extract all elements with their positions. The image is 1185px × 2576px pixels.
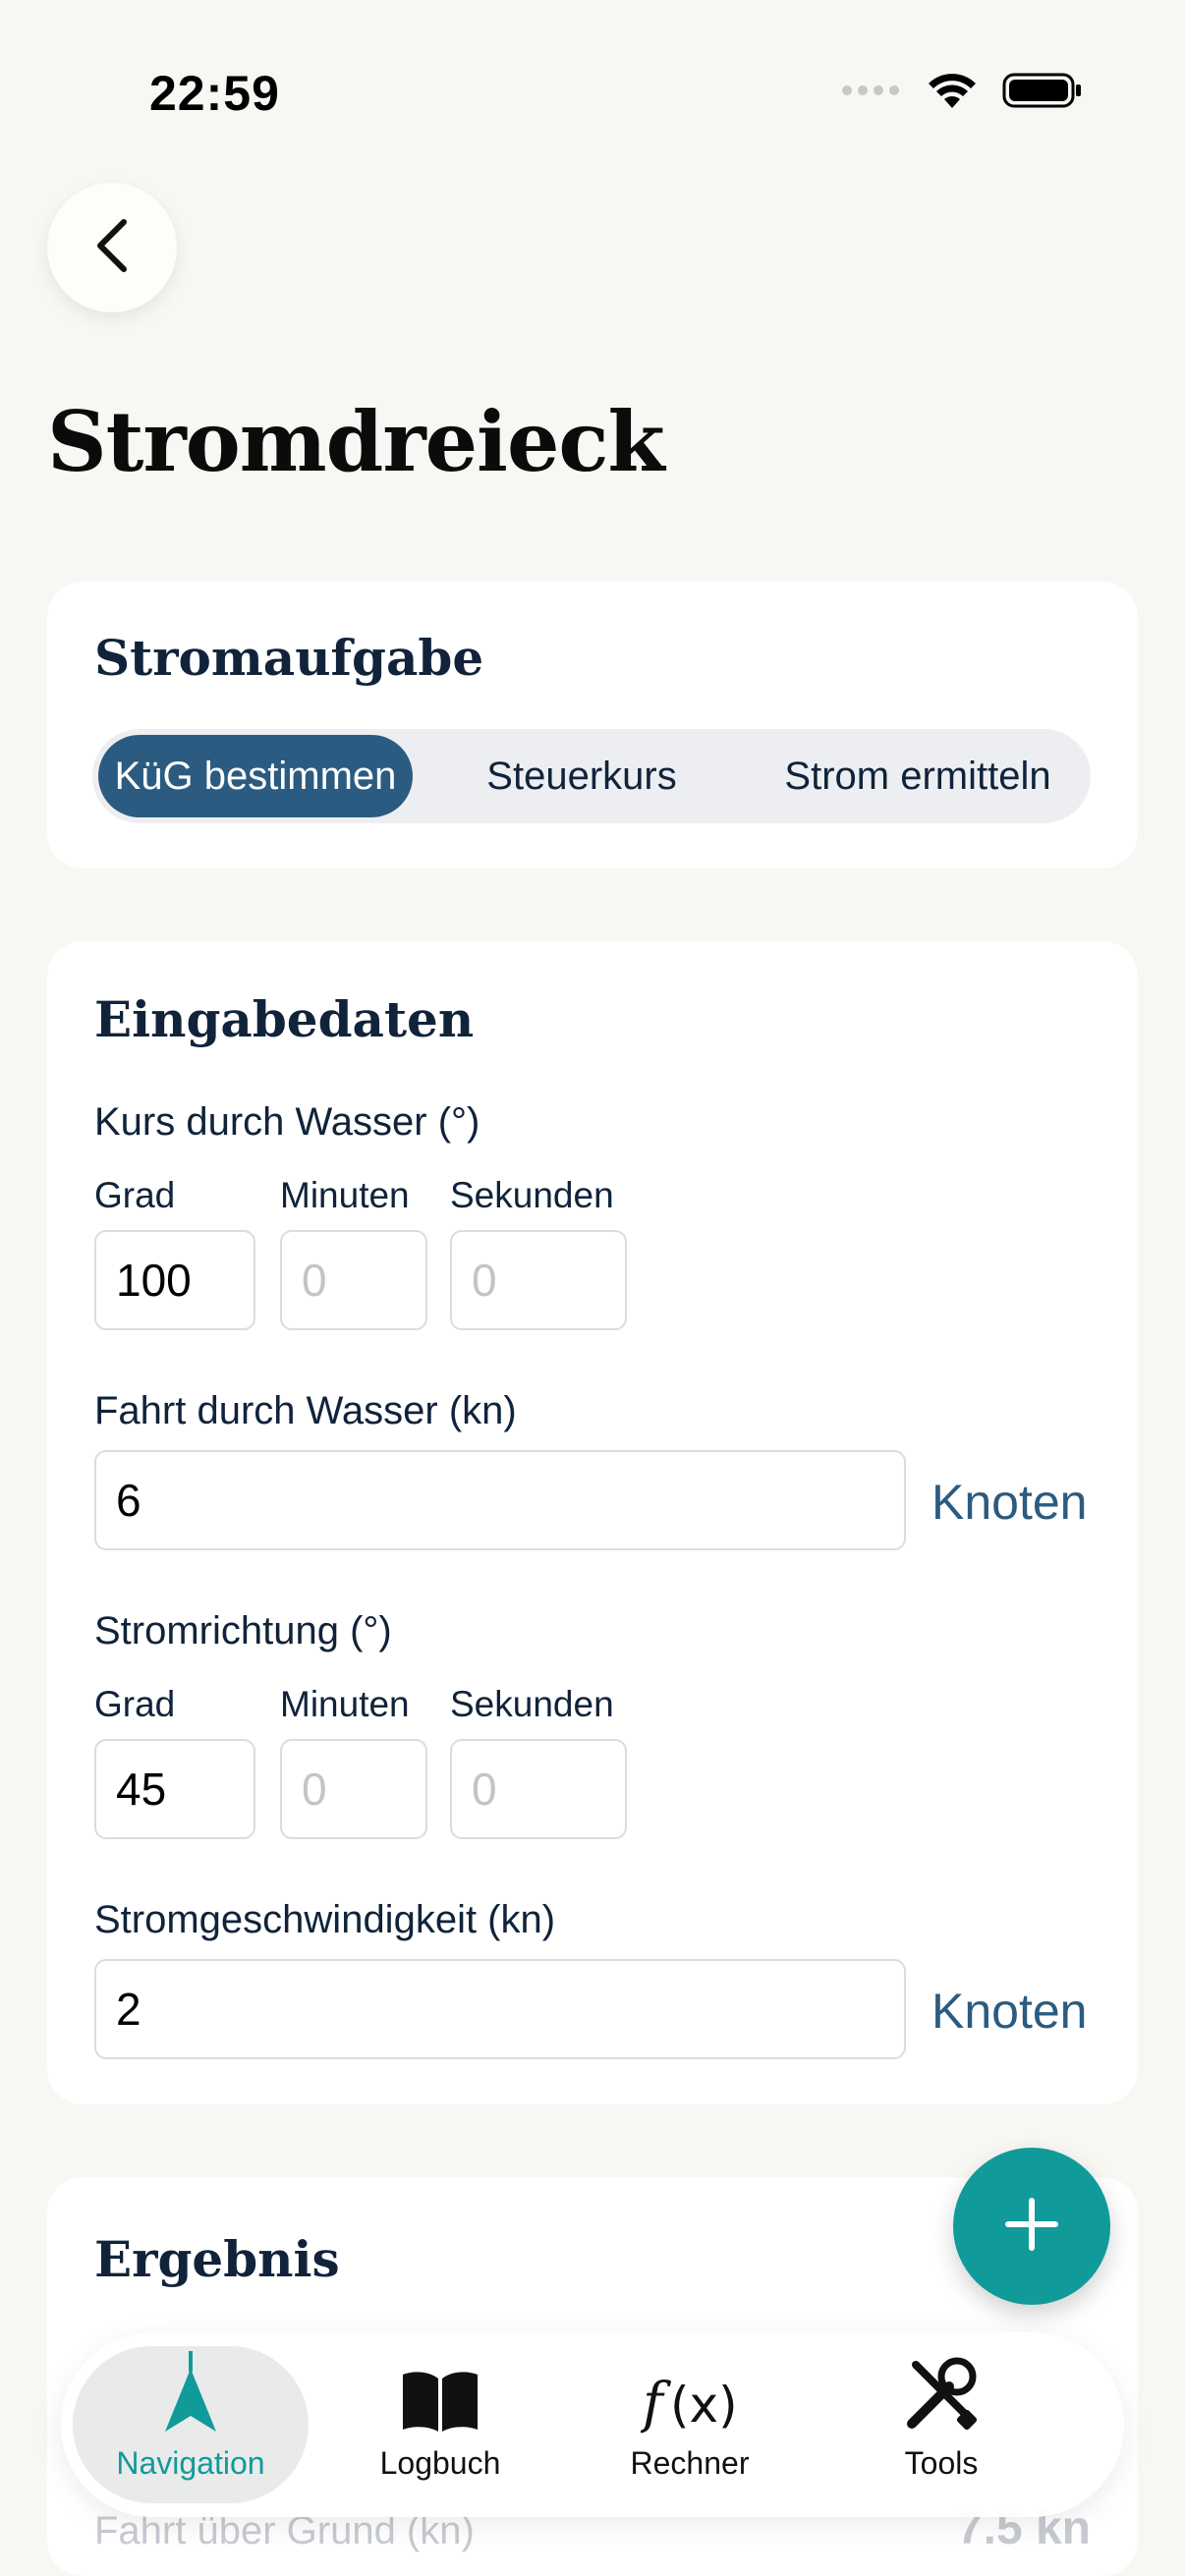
- stromgeschwindigkeit-input[interactable]: 2: [94, 1959, 906, 2059]
- task-card-title: Stromaufgabe: [94, 629, 484, 687]
- book-icon: [401, 2351, 480, 2434]
- status-time: 22:59: [149, 66, 280, 121]
- battery-icon: [1002, 71, 1083, 115]
- stromgeschwindigkeit-unit-label: Knoten: [931, 1984, 1088, 2039]
- kdw-sekunden-input[interactable]: 0: [450, 1230, 627, 1330]
- navigation-arrow-icon: [161, 2351, 220, 2434]
- tab-tools-label: Tools: [904, 2445, 979, 2481]
- fdw-unit-label: Knoten: [931, 1475, 1088, 1530]
- segment-steuerkurs[interactable]: Steuerkurs: [434, 735, 729, 817]
- function-icon: f (x): [641, 2351, 739, 2434]
- back-button[interactable]: [47, 183, 177, 312]
- svg-text:f: f: [641, 2372, 672, 2434]
- tab-logbuch[interactable]: Logbuch: [322, 2346, 558, 2503]
- page-title: Stromdreieck: [47, 393, 665, 490]
- add-button[interactable]: [953, 2148, 1110, 2305]
- kdw-grad-input[interactable]: 100: [94, 1230, 255, 1330]
- tab-bar: Navigation Logbuch f (x) Rechner Tools: [61, 2332, 1124, 2517]
- stromgeschwindigkeit-label: Stromgeschwindigkeit (kn): [94, 1898, 556, 1941]
- tab-rechner[interactable]: f (x) Rechner: [572, 2346, 808, 2503]
- tab-logbuch-label: Logbuch: [379, 2445, 501, 2481]
- task-card: Stromaufgabe KüG bestimmen Steuerkurs St…: [47, 582, 1138, 868]
- stromrichtung-label: Stromrichtung (°): [94, 1609, 392, 1652]
- segment-kueg-bestimmen[interactable]: KüG bestimmen: [98, 735, 413, 817]
- kdw-sekunden-label: Sekunden: [450, 1175, 614, 1215]
- svg-text:(x): (x): [670, 2377, 738, 2434]
- tools-icon: [902, 2351, 981, 2434]
- stromrichtung-grad-input[interactable]: 45: [94, 1739, 255, 1839]
- stromrichtung-grad-label: Grad: [94, 1684, 176, 1724]
- fdw-label: Fahrt durch Wasser (kn): [94, 1389, 517, 1432]
- stromrichtung-sekunden-input[interactable]: 0: [450, 1739, 627, 1839]
- kdw-minuten-input[interactable]: 0: [280, 1230, 427, 1330]
- task-segmented-control: KüG bestimmen Steuerkurs Strom ermitteln: [92, 729, 1091, 823]
- signal-icon: [841, 84, 902, 102]
- tab-tools[interactable]: Tools: [823, 2346, 1059, 2503]
- kdw-label: Kurs durch Wasser (°): [94, 1100, 480, 1144]
- chevron-left-icon: [92, 216, 132, 280]
- plus-icon: [1002, 2195, 1061, 2259]
- tab-navigation-label: Navigation: [116, 2445, 265, 2481]
- status-icons: [841, 71, 1083, 115]
- fdw-input[interactable]: 6: [94, 1450, 906, 1550]
- stromrichtung-minuten-label: Minuten: [280, 1684, 410, 1724]
- result-card-title: Ergebnis: [94, 2230, 340, 2288]
- tab-navigation[interactable]: Navigation: [73, 2346, 309, 2503]
- segment-strom-ermitteln[interactable]: Strom ermitteln: [751, 735, 1085, 817]
- stromrichtung-sekunden-label: Sekunden: [450, 1684, 614, 1724]
- input-card: Eingabedaten Kurs durch Wasser (°) Grad …: [47, 941, 1138, 2104]
- wifi-icon: [926, 71, 979, 115]
- tab-rechner-label: Rechner: [630, 2445, 750, 2481]
- kdw-grad-label: Grad: [94, 1175, 176, 1215]
- input-card-title: Eingabedaten: [94, 990, 475, 1048]
- stromrichtung-minuten-input[interactable]: 0: [280, 1739, 427, 1839]
- kdw-minuten-label: Minuten: [280, 1175, 410, 1215]
